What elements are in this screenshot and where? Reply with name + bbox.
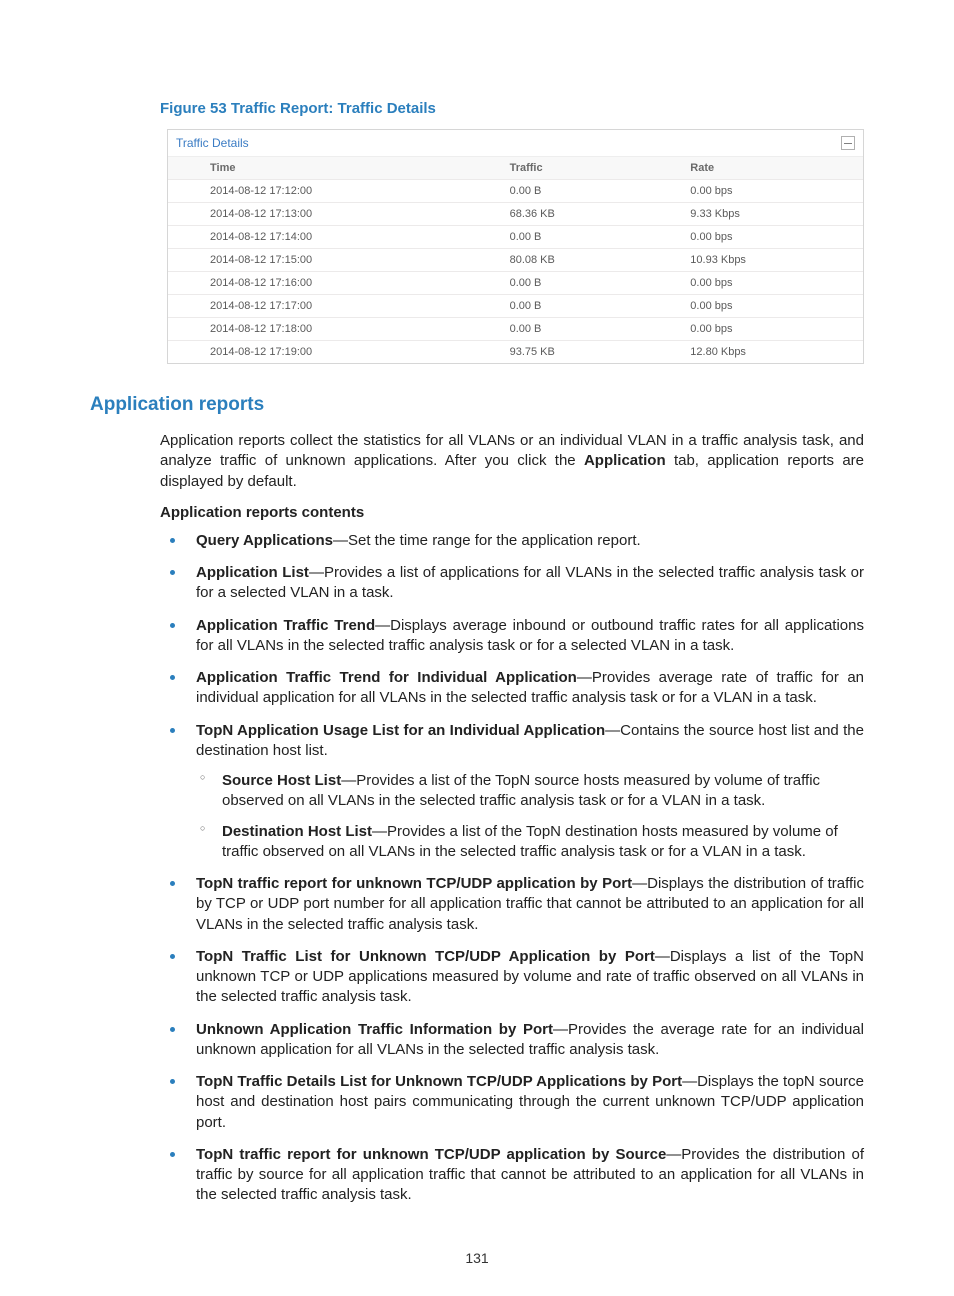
bullet-term: TopN Traffic Details List for Unknown TC… xyxy=(196,1073,682,1090)
table-row: 2014-08-12 17:12:000.00 B0.00 bps xyxy=(168,180,863,203)
table-header-row: Time Traffic Rate xyxy=(168,157,863,180)
bullet-item: TopN Application Usage List for an Indiv… xyxy=(160,721,864,863)
bullet-term: TopN Application Usage List for an Indiv… xyxy=(196,722,605,739)
bullet-term: Query Applications xyxy=(196,532,333,549)
table-row: 2014-08-12 17:15:0080.08 KB10.93 Kbps xyxy=(168,249,863,272)
cell-time: 2014-08-12 17:15:00 xyxy=(168,249,502,272)
bullets-list: Query Applications—Set the time range fo… xyxy=(160,531,864,1206)
bullet-item: Application List—Provides a list of appl… xyxy=(160,563,864,604)
bullet-item: TopN Traffic List for Unknown TCP/UDP Ap… xyxy=(160,947,864,1008)
cell-time: 2014-08-12 17:19:00 xyxy=(168,341,502,364)
bullet-item: Application Traffic Trend for Individual… xyxy=(160,668,864,709)
bullet-item: TopN traffic report for unknown TCP/UDP … xyxy=(160,1145,864,1206)
sub-bullet-item: Destination Host List—Provides a list of… xyxy=(196,822,864,863)
sub-bullet-term: Destination Host List xyxy=(222,823,372,840)
sub-bullets: Source Host List—Provides a list of the … xyxy=(196,771,864,862)
col-header-time: Time xyxy=(168,157,502,180)
bullet-item: Query Applications—Set the time range fo… xyxy=(160,531,864,551)
cell-time: 2014-08-12 17:14:00 xyxy=(168,226,502,249)
bullet-item: TopN Traffic Details List for Unknown TC… xyxy=(160,1072,864,1133)
table-row: 2014-08-12 17:19:0093.75 KB12.80 Kbps xyxy=(168,341,863,364)
traffic-table: Time Traffic Rate 2014-08-12 17:12:000.0… xyxy=(168,157,863,363)
bullet-term: TopN Traffic List for Unknown TCP/UDP Ap… xyxy=(196,948,655,965)
cell-traffic: 0.00 B xyxy=(502,318,683,341)
cell-traffic: 0.00 B xyxy=(502,180,683,203)
bullet-desc: —Set the time range for the application … xyxy=(333,532,641,549)
page-number: 131 xyxy=(0,1250,954,1266)
cell-rate: 0.00 bps xyxy=(682,318,863,341)
cell-time: 2014-08-12 17:16:00 xyxy=(168,272,502,295)
cell-traffic: 68.36 KB xyxy=(502,203,683,226)
cell-traffic: 0.00 B xyxy=(502,295,683,318)
cell-rate: 0.00 bps xyxy=(682,272,863,295)
bullet-term: TopN traffic report for unknown TCP/UDP … xyxy=(196,1146,666,1163)
cell-time: 2014-08-12 17:13:00 xyxy=(168,203,502,226)
col-header-rate: Rate xyxy=(682,157,863,180)
cell-rate: 0.00 bps xyxy=(682,180,863,203)
collapse-icon[interactable] xyxy=(841,136,855,150)
table-row: 2014-08-12 17:13:0068.36 KB9.33 Kbps xyxy=(168,203,863,226)
table-row: 2014-08-12 17:16:000.00 B0.00 bps xyxy=(168,272,863,295)
table-row: 2014-08-12 17:18:000.00 B0.00 bps xyxy=(168,318,863,341)
intro-paragraph: Application reports collect the statisti… xyxy=(160,431,864,492)
bullet-term: TopN traffic report for unknown TCP/UDP … xyxy=(196,875,632,892)
page: Figure 53 Traffic Report: Traffic Detail… xyxy=(0,0,954,1296)
table-row: 2014-08-12 17:17:000.00 B0.00 bps xyxy=(168,295,863,318)
bullet-item: Unknown Application Traffic Information … xyxy=(160,1020,864,1061)
cell-traffic: 93.75 KB xyxy=(502,341,683,364)
section-heading: Application reports xyxy=(90,394,864,416)
cell-rate: 0.00 bps xyxy=(682,295,863,318)
cell-time: 2014-08-12 17:17:00 xyxy=(168,295,502,318)
figure-caption: Figure 53 Traffic Report: Traffic Detail… xyxy=(160,100,864,117)
cell-time: 2014-08-12 17:18:00 xyxy=(168,318,502,341)
cell-traffic: 0.00 B xyxy=(502,226,683,249)
bullet-item: TopN traffic report for unknown TCP/UDP … xyxy=(160,874,864,935)
cell-rate: 0.00 bps xyxy=(682,226,863,249)
contents-heading: Application reports contents xyxy=(160,504,864,521)
cell-rate: 12.80 Kbps xyxy=(682,341,863,364)
sub-bullet-item: Source Host List—Provides a list of the … xyxy=(196,771,864,812)
intro-bold: Application xyxy=(584,452,666,469)
cell-traffic: 80.08 KB xyxy=(502,249,683,272)
bullet-term: Application List xyxy=(196,564,309,581)
traffic-details-panel: Traffic Details Time Traffic Rate 2014-0… xyxy=(167,129,864,364)
table-row: 2014-08-12 17:14:000.00 B0.00 bps xyxy=(168,226,863,249)
bullet-term: Application Traffic Trend xyxy=(196,617,375,634)
panel-title: Traffic Details xyxy=(176,136,249,150)
sub-bullet-term: Source Host List xyxy=(222,772,341,789)
bullet-term: Unknown Application Traffic Information … xyxy=(196,1021,553,1038)
panel-header: Traffic Details xyxy=(168,130,863,157)
bullet-term: Application Traffic Trend for Individual… xyxy=(196,669,577,686)
cell-time: 2014-08-12 17:12:00 xyxy=(168,180,502,203)
cell-rate: 10.93 Kbps xyxy=(682,249,863,272)
bullet-item: Application Traffic Trend—Displays avera… xyxy=(160,616,864,657)
cell-traffic: 0.00 B xyxy=(502,272,683,295)
cell-rate: 9.33 Kbps xyxy=(682,203,863,226)
col-header-traffic: Traffic xyxy=(502,157,683,180)
